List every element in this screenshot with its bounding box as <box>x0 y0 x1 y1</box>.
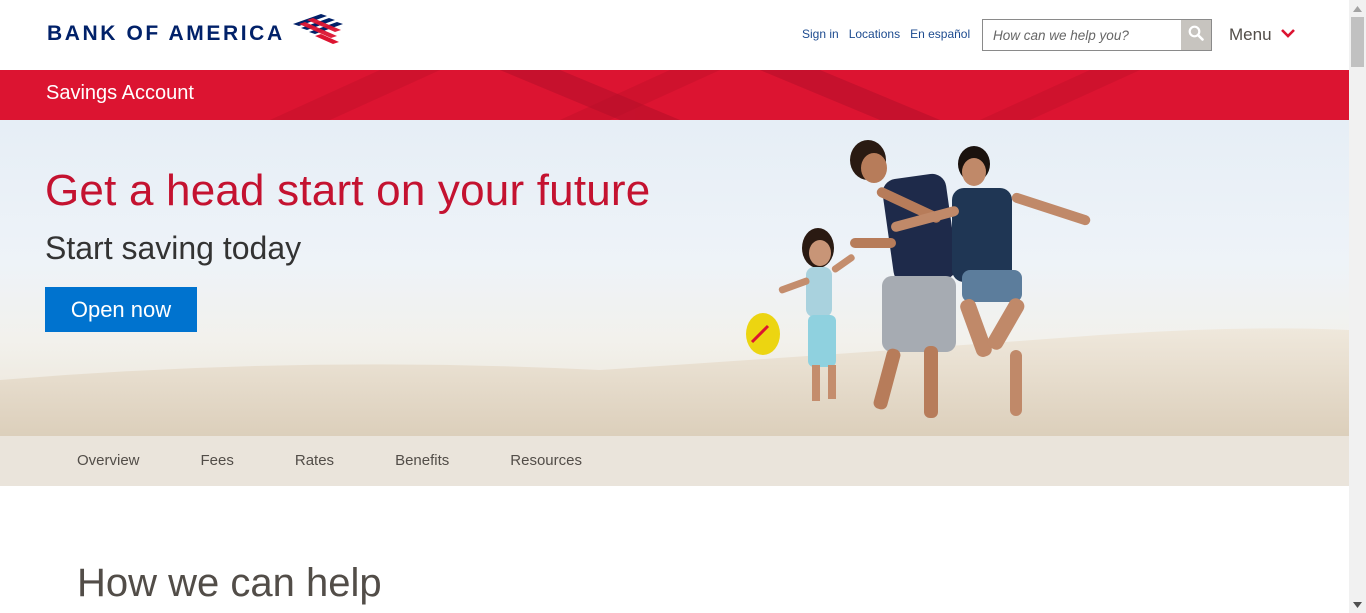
nav-rates[interactable]: Rates <box>295 452 334 469</box>
nav-overview[interactable]: Overview <box>77 452 140 469</box>
product-banner: Savings Account <box>0 70 1349 120</box>
hero-headline: Get a head start on your future <box>45 166 651 215</box>
hero-section: Get a head start on your future Start sa… <box>0 120 1349 436</box>
bank-logo[interactable]: BANK OF AMERICA <box>47 14 345 49</box>
nav-resources[interactable]: Resources <box>510 452 582 469</box>
logo-text: BANK OF AMERICA <box>47 21 285 45</box>
scroll-down-arrow-icon[interactable] <box>1349 596 1366 613</box>
vertical-scrollbar[interactable] <box>1349 0 1366 613</box>
scrollbar-thumb[interactable] <box>1351 17 1364 67</box>
sign-in-link[interactable]: Sign in <box>802 27 839 41</box>
search-icon <box>1188 25 1204 46</box>
site-header: BANK OF AMERICA Sign in Locations En esp… <box>0 0 1349 70</box>
section-title: How we can help <box>77 561 382 605</box>
scroll-up-arrow-icon[interactable] <box>1349 0 1366 17</box>
hero-subheadline: Start saving today <box>45 230 302 266</box>
page: BANK OF AMERICA Sign in Locations En esp… <box>0 0 1349 613</box>
search-box <box>982 19 1212 51</box>
espanol-link[interactable]: En español <box>910 27 970 41</box>
search-input[interactable] <box>983 20 1181 50</box>
banner-title: Savings Account <box>46 82 194 104</box>
section-nav: Overview Fees Rates Benefits Resources <box>0 436 1349 486</box>
nav-fees[interactable]: Fees <box>201 452 234 469</box>
chevron-down-icon <box>1280 26 1296 44</box>
flag-logo-icon <box>291 14 345 49</box>
utility-links: Sign in Locations En español <box>802 27 970 41</box>
menu-button[interactable]: Menu <box>1229 25 1296 45</box>
open-now-button[interactable]: Open now <box>45 287 197 332</box>
search-button[interactable] <box>1181 20 1211 50</box>
menu-label: Menu <box>1229 25 1272 44</box>
nav-benefits[interactable]: Benefits <box>395 452 449 469</box>
banner-pattern <box>270 70 1140 120</box>
locations-link[interactable]: Locations <box>849 27 900 41</box>
